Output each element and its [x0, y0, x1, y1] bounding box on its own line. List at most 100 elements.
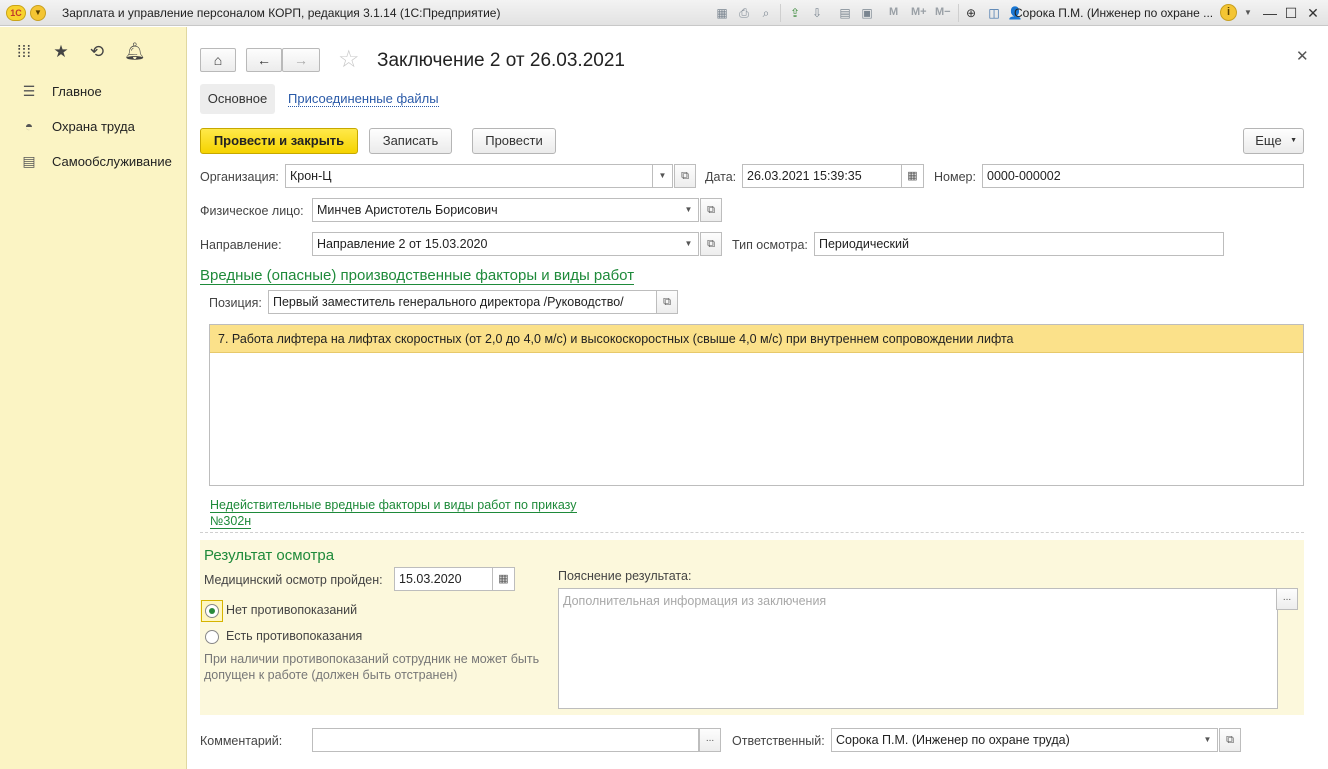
id-card-icon: ▤	[22, 153, 36, 169]
direction-label: Направление:	[200, 238, 282, 252]
toolbar-separator	[958, 4, 959, 22]
panel-icon[interactable]: ◫	[986, 5, 1002, 21]
comment-label: Комментарий:	[200, 734, 283, 748]
explanation-label: Пояснение результата:	[558, 569, 692, 583]
number-label: Номер:	[934, 170, 976, 184]
factors-table[interactable]: 7. Работа лифтера на лифтах скоростных (…	[209, 324, 1304, 486]
title-bar: 1С ▼ Зарплата и управление персоналом КО…	[0, 0, 1328, 26]
responsible-field[interactable]: Сорока П.М. (Инженер по охране труда)	[831, 728, 1200, 752]
main-menu-button[interactable]: ▼	[30, 5, 46, 21]
comment-more-button[interactable]: ...	[699, 728, 721, 752]
more-button-label: Еще	[1255, 133, 1282, 148]
person-open-icon[interactable]: ⧉	[700, 198, 722, 222]
more-button[interactable]: Еще ▼	[1243, 128, 1304, 154]
maximize-icon[interactable]: ☐	[1281, 3, 1301, 23]
app-title: Зарплата и управление персоналом КОРП, р…	[62, 6, 501, 20]
favorites-star-icon[interactable]: ★	[51, 42, 71, 62]
app-logo: 1С	[6, 5, 26, 21]
current-user[interactable]: Сорока П.М. (Инженер по охране ...	[1014, 6, 1213, 20]
calculator-icon[interactable]: ▤	[837, 5, 853, 21]
organization-dropdown-icon[interactable]: ▼	[653, 164, 673, 188]
sidebar-item-labor-safety[interactable]: ◓ Охрана труда	[0, 113, 187, 139]
grid-icon[interactable]: ⁞⁞⁞	[14, 42, 34, 62]
radio-selected-dot	[209, 608, 215, 614]
sidebar-item-label: Охрана труда	[52, 119, 135, 134]
exam-type-field[interactable]: Периодический	[814, 232, 1224, 256]
history-icon[interactable]: ⟲	[87, 42, 107, 62]
radio-has-contraindications[interactable]	[205, 630, 219, 644]
tab-main[interactable]: Основное	[200, 84, 275, 114]
invalid-factors-link[interactable]: Недействительные вредные факторы и виды …	[210, 497, 610, 529]
date-field[interactable]: 26.03.2021 15:39:35	[742, 164, 902, 188]
calendar-icon[interactable]: ▦	[493, 567, 515, 591]
close-form-icon[interactable]: ✕	[1296, 47, 1309, 65]
responsible-open-icon[interactable]: ⧉	[1219, 728, 1241, 752]
minimize-icon[interactable]: —	[1260, 3, 1280, 23]
print-icon[interactable]: ⎙	[736, 5, 752, 21]
exam-passed-date-field[interactable]: 15.03.2020	[394, 567, 493, 591]
person-dropdown-icon[interactable]: ▼	[679, 198, 699, 222]
result-panel: Результат осмотра Медицинский осмотр про…	[200, 540, 1304, 715]
info-icon[interactable]: i	[1220, 4, 1237, 21]
bell-icon[interactable]: 🔔︎	[124, 42, 146, 62]
post-button[interactable]: Провести	[472, 128, 556, 154]
window-close-icon[interactable]: ✕	[1303, 3, 1323, 23]
save-icon[interactable]: ▦	[714, 5, 730, 21]
page-title: Заключение 2 от 26.03.2021	[377, 50, 625, 71]
m-minus-icon[interactable]: M−	[935, 6, 951, 18]
date-label: Дата:	[705, 170, 737, 184]
preview-icon[interactable]: ⌕	[758, 5, 774, 21]
table-row[interactable]: 7. Работа лифтера на лифтах скоростных (…	[210, 325, 1303, 353]
forward-button[interactable]: →	[282, 48, 320, 72]
toolbar-separator	[780, 4, 781, 22]
menu-lines-icon: ☰	[22, 83, 36, 99]
save-button[interactable]: Записать	[369, 128, 452, 154]
zoom-icon[interactable]: ⊕	[963, 5, 979, 21]
responsible-dropdown-icon[interactable]: ▼	[1198, 728, 1218, 752]
position-open-icon[interactable]: ⧉	[656, 290, 678, 314]
organization-open-icon[interactable]: ⧉	[674, 164, 696, 188]
contraindications-note: При наличии противопоказаний сотрудник н…	[204, 652, 540, 682]
upload-icon[interactable]: ⇪	[787, 5, 803, 21]
no-contraindications-label[interactable]: Нет противопоказаний	[226, 603, 357, 617]
direction-field[interactable]: Направление 2 от 15.03.2020	[312, 232, 681, 256]
invalid-factors-link-line1: Недействительные вредные факторы и виды …	[210, 498, 577, 513]
result-title: Результат осмотра	[204, 547, 335, 564]
sidebar-item-self-service[interactable]: ▤ Самообслуживание	[0, 148, 187, 174]
calendar-icon[interactable]: ▦	[902, 164, 924, 188]
sidebar-toolbar: ⁞⁞⁞ ★ ⟲ 🔔︎	[0, 27, 187, 67]
sidebar-item-main[interactable]: ☰ Главное	[0, 78, 187, 104]
divider	[200, 532, 1304, 533]
direction-open-icon[interactable]: ⧉	[700, 232, 722, 256]
person-label: Физическое лицо:	[200, 204, 304, 218]
m-icon[interactable]: M	[889, 6, 898, 18]
sidebar-item-label: Главное	[52, 84, 102, 99]
back-button[interactable]: ←	[246, 48, 282, 72]
position-field[interactable]: Первый заместитель генерального директор…	[268, 290, 657, 314]
organization-field[interactable]: Крон-Ц	[285, 164, 653, 188]
explanation-textarea[interactable]: Дополнительная информация из заключения	[558, 588, 1278, 709]
m-plus-icon[interactable]: M+	[911, 6, 927, 18]
home-button[interactable]: ⌂	[200, 48, 236, 72]
sidebar-item-label: Самообслуживание	[52, 154, 172, 169]
favorite-star-icon[interactable]: ☆	[338, 45, 360, 74]
radio-no-contraindications[interactable]	[205, 604, 219, 618]
person-field[interactable]: Минчев Аристотель Борисович	[312, 198, 681, 222]
calendar-icon[interactable]: ▣	[859, 5, 875, 21]
chevron-down-icon: ▼	[1290, 137, 1297, 144]
has-contraindications-label[interactable]: Есть противопоказания	[226, 629, 362, 643]
explanation-more-button[interactable]: ...	[1276, 588, 1298, 610]
factors-section-link[interactable]: Вредные (опасные) производственные факто…	[200, 267, 635, 285]
helmet-icon: ◓	[24, 118, 34, 134]
document-form: ✕ ⌂ ← → ☆ Заключение 2 от 26.03.2021 Осн…	[188, 27, 1328, 769]
exam-passed-label: Медицинский осмотр пройден:	[204, 573, 383, 587]
number-field[interactable]: 0000-000002	[982, 164, 1304, 188]
position-label: Позиция:	[209, 296, 262, 310]
chevron-down-icon[interactable]: ▼	[1240, 5, 1256, 21]
post-and-close-button[interactable]: Провести и закрыть	[200, 128, 358, 154]
download-icon[interactable]: ⇩	[809, 5, 825, 21]
comment-field[interactable]	[312, 728, 699, 752]
sidebar: ⁞⁞⁞ ★ ⟲ 🔔︎ ☰ Главное ◓ Охрана труда ▤ Са…	[0, 27, 187, 769]
tab-attached-files[interactable]: Присоединенные файлы	[288, 92, 439, 107]
direction-dropdown-icon[interactable]: ▼	[679, 232, 699, 256]
